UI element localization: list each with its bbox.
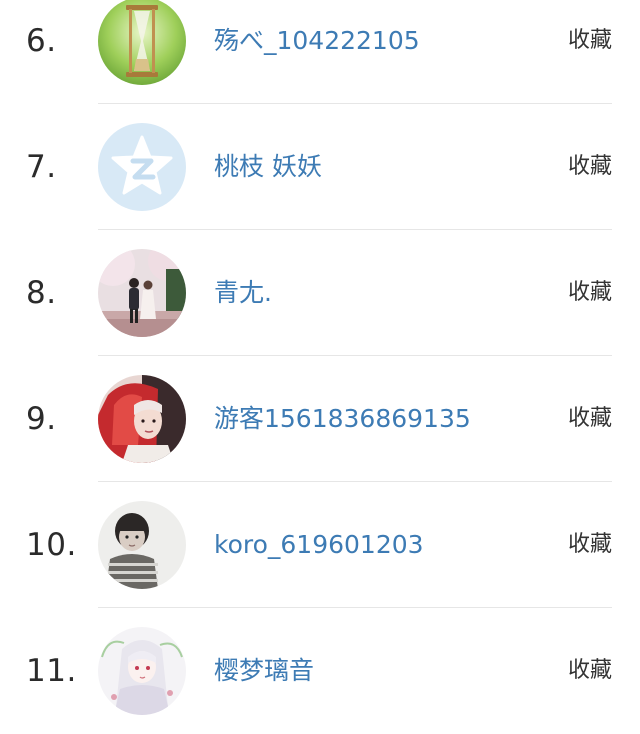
favorite-button[interactable]: 收藏: [568, 104, 612, 230]
rank-number: 9.: [26, 401, 57, 437]
list-item[interactable]: 6. 殇べ_104222105 收藏: [0, 0, 640, 104]
rank-number: 7.: [26, 149, 57, 185]
username-link[interactable]: koro_619601203: [214, 482, 424, 608]
username-link[interactable]: 殇べ_104222105: [214, 0, 420, 104]
couple-cherry-blossom-avatar[interactable]: [98, 249, 186, 337]
favorite-button[interactable]: 收藏: [568, 356, 612, 482]
favorite-button[interactable]: 收藏: [568, 230, 612, 356]
username-link[interactable]: 青尢.: [214, 230, 272, 356]
username-link[interactable]: 游客1561836869135: [214, 356, 471, 482]
list-item[interactable]: 9. 游客1561836869135 收藏: [0, 356, 640, 482]
rank-number: 10.: [26, 527, 77, 563]
rank-number: 11.: [26, 653, 77, 689]
favorite-button[interactable]: 收藏: [568, 608, 612, 734]
favorite-button[interactable]: 收藏: [568, 482, 612, 608]
list-item[interactable]: 7. 桃枝 妖妖 收藏: [0, 104, 640, 230]
list-item[interactable]: 10. koro_619601203 收藏: [0, 482, 640, 608]
default-qzone-avatar[interactable]: [98, 123, 186, 211]
hourglass-avatar[interactable]: [98, 0, 186, 85]
username-link[interactable]: 樱梦璃音: [214, 608, 314, 734]
username-link[interactable]: 桃枝 妖妖: [214, 104, 322, 230]
favorite-button[interactable]: 收藏: [568, 0, 612, 104]
list-item[interactable]: 11. 樱梦璃音 收藏: [0, 608, 640, 734]
ranking-list: 6. 殇べ_104222105 收藏 7. 桃枝 妖妖 收藏 8. 青尢. 收藏…: [0, 0, 640, 734]
child-photo-avatar[interactable]: [98, 501, 186, 589]
rank-number: 8.: [26, 275, 57, 311]
anime-girl-avatar[interactable]: [98, 627, 186, 715]
rank-number: 6.: [26, 23, 57, 59]
red-haired-portrait-avatar[interactable]: [98, 375, 186, 463]
list-item[interactable]: 8. 青尢. 收藏: [0, 230, 640, 356]
